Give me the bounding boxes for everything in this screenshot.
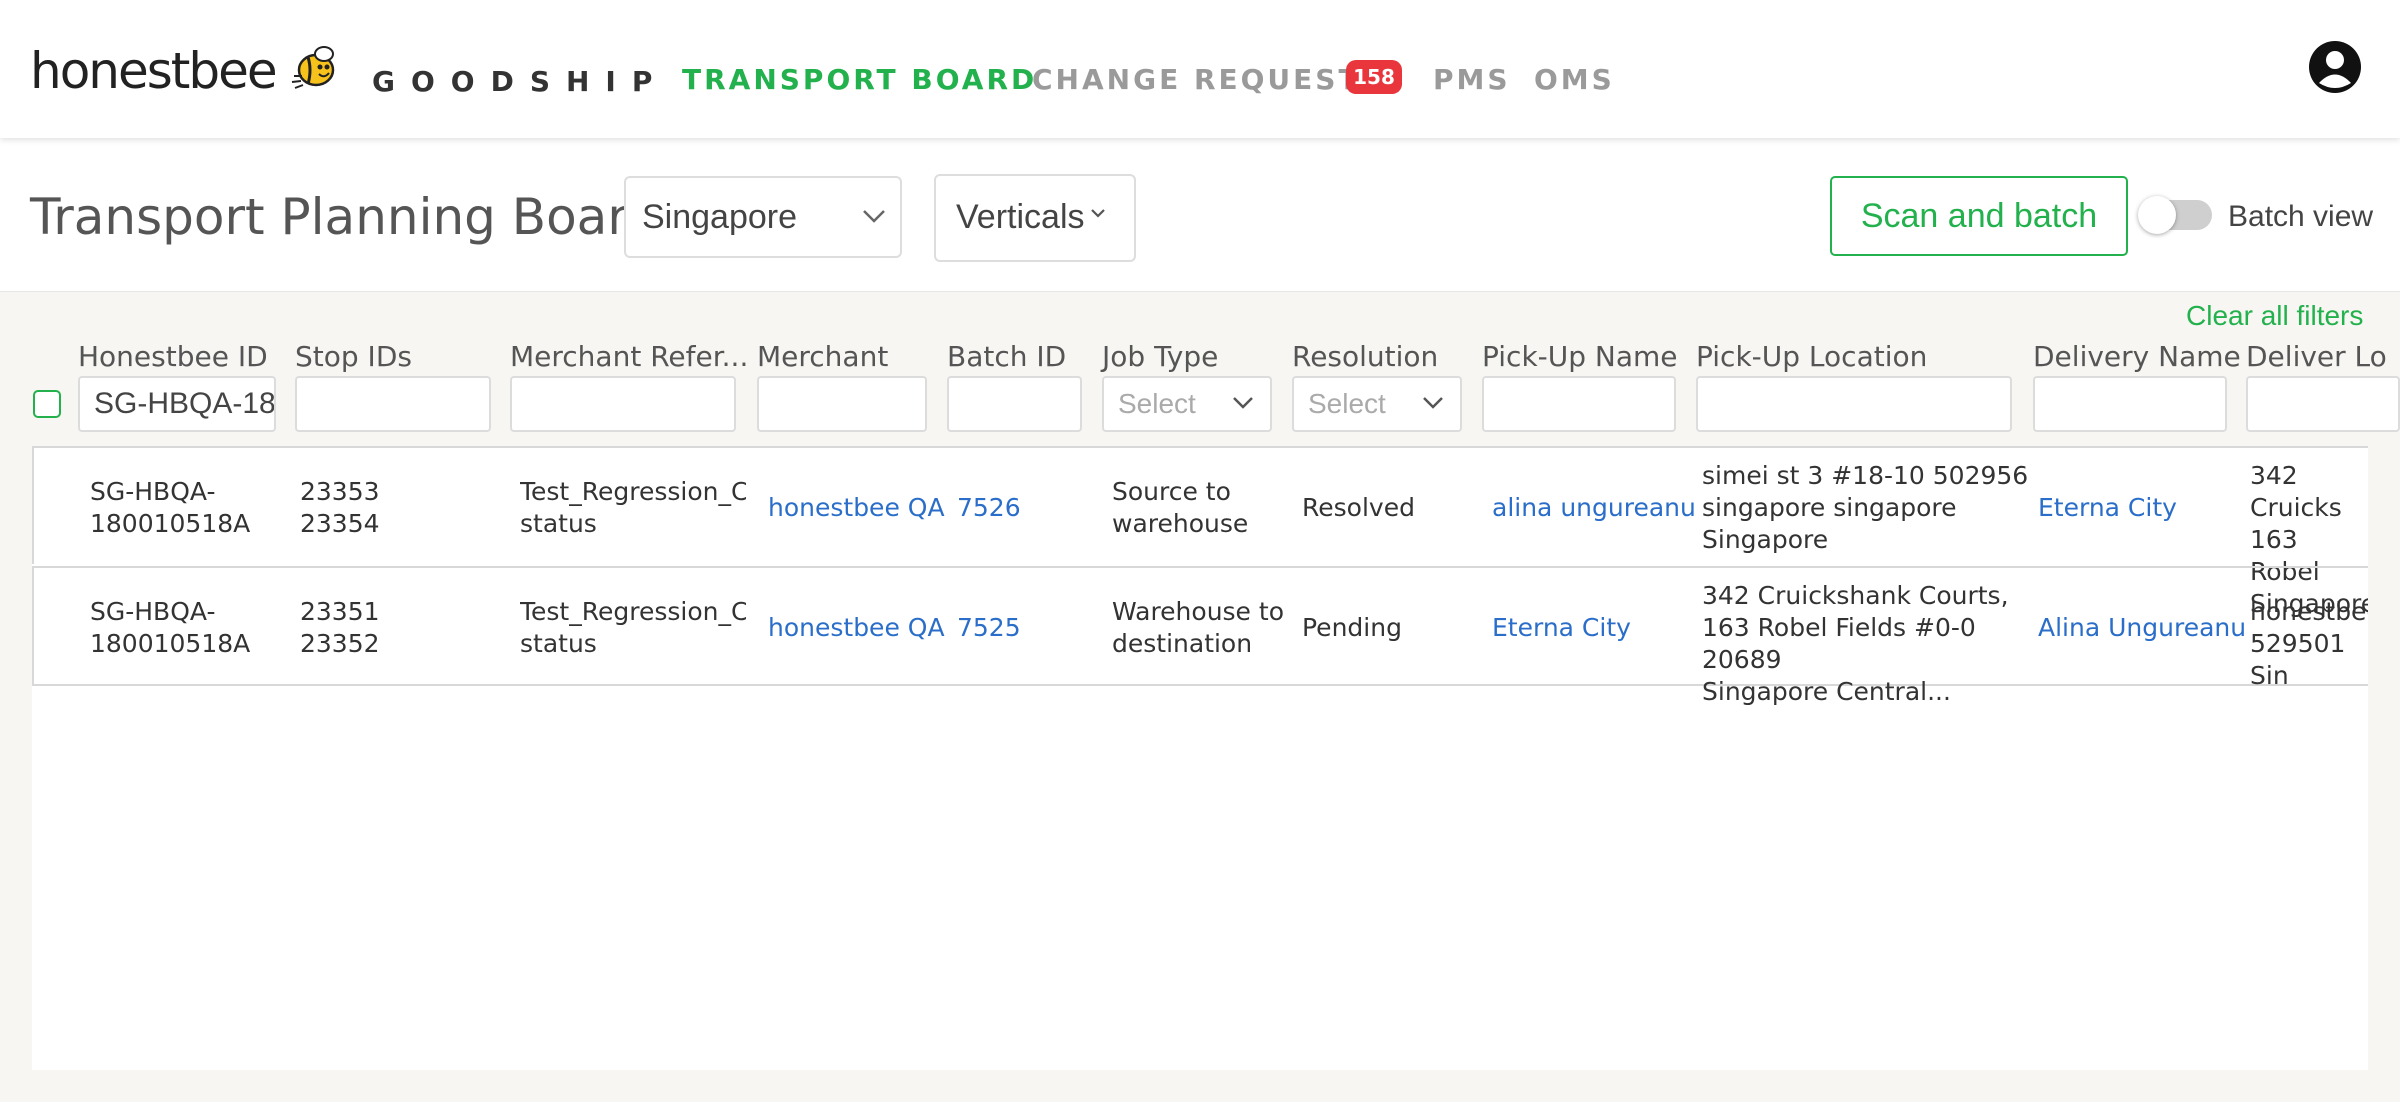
filter-honestbee-id-input[interactable]: SG-HBQA-18( [78,376,276,432]
cell-pickup-name-link[interactable]: alina ungureanu [1492,492,1702,524]
honestbee-logo[interactable]: honestbee [30,42,278,100]
cell-merchant-ref: Test_Regression_Car status [520,477,746,538]
cell-pickup-name-link[interactable]: Eterna City [1492,612,1702,644]
filter-resolution-value: Select [1308,388,1386,419]
scan-and-batch-button[interactable]: Scan and batch [1830,176,2128,256]
filter-merchant-input[interactable] [757,376,927,432]
filter-merchant-ref-input[interactable] [510,376,736,432]
top-navbar: honestbee GOODSHIP TRANSPORT BOARD CHANG… [0,0,2400,138]
bee-logo-icon [291,46,335,89]
user-account-icon[interactable] [2308,40,2362,94]
batch-view-toggle[interactable] [2138,196,2212,234]
col-header-merchant-ref: Merchant Refer... [510,340,749,373]
city-dropdown[interactable]: Singapore [624,176,902,258]
select-all-checkbox[interactable] [33,390,61,418]
cell-delivery-location: honestbee 529501 Sin [2250,597,2368,690]
transport-table: SG-HBQA- 180010518A 23353 23354 Test_Reg… [32,446,2368,1070]
filter-job-type-select[interactable]: Select [1102,376,1272,432]
cell-merchant-link[interactable]: honestbee QA [768,612,948,644]
cell-stop-ids: 23353 23354 [300,477,380,538]
product-name: GOODSHIP [372,65,669,98]
clear-all-filters-link[interactable]: Clear all filters [2186,300,2363,332]
filter-pickup-location-input[interactable] [1696,376,2012,432]
filter-stop-ids-input[interactable] [295,376,491,432]
cell-batch-id-link[interactable]: 7525 [957,612,1077,644]
filter-resolution-select[interactable]: Select [1292,376,1462,432]
cell-job-type: Warehouse to destination [1112,597,1284,658]
cell-merchant-link[interactable]: honestbee QA [768,492,948,524]
col-header-job-type: Job Type [1102,340,1219,373]
cell-delivery-name-link[interactable]: Eterna City [2038,492,2258,524]
cell-honestbee-id: SG-HBQA- 180010518A [90,477,251,538]
col-header-stop-ids: Stop IDs [295,340,412,373]
cell-stop-ids: 23351 23352 [300,597,380,658]
col-header-pickup-location: Pick-Up Location [1696,340,1928,373]
change-requests-badge: 158 [1346,60,1402,94]
table-row[interactable]: SG-HBQA- 180010518A 23353 23354 Test_Reg… [32,446,2368,618]
col-header-merchant: Merchant [757,340,889,373]
cell-merchant-ref: Test_Regression_Car status [520,597,746,658]
cell-resolution: Resolved [1302,493,1415,522]
toggle-knob [2138,196,2176,234]
cell-pickup-location: simei st 3 #18-10 502956 singapore singa… [1702,461,2029,554]
page-title: Transport Planning Board [30,188,659,246]
table-row[interactable]: SG-HBQA- 180010518A 23351 23352 Test_Reg… [32,566,2368,706]
cell-delivery-name-link[interactable]: Alina Ungureanu [2038,612,2258,644]
filter-delivery-location-input[interactable] [2246,376,2400,432]
cell-pickup-location: 342 Cruickshank Courts, 163 Robel Fields… [1702,581,2009,706]
filter-pickup-name-input[interactable] [1482,376,1676,432]
nav-pms[interactable]: PMS [1433,63,1511,96]
col-header-resolution: Resolution [1292,340,1439,373]
col-header-pickup-name: Pick-Up Name [1482,340,1678,373]
nav-change-requests[interactable]: CHANGE REQUESTS [1032,63,1384,96]
cell-resolution: Pending [1302,613,1402,642]
col-header-delivery-location: Deliver Lo [2246,340,2387,373]
cell-job-type: Source to warehouse [1112,477,1249,538]
chevron-down-icon [1233,397,1253,409]
chevron-down-icon [863,210,885,223]
verticals-dropdown[interactable]: Verticals [934,174,1136,262]
chevron-down-icon [1091,209,1105,218]
col-header-honestbee-id: Honestbee ID [78,340,268,373]
board-header: Transport Planning Board Singapore Verti… [0,138,2400,292]
chevron-down-icon [1423,397,1443,409]
batch-view-label: Batch view [2228,200,2374,233]
filter-job-type-value: Select [1118,388,1196,419]
cell-honestbee-id: SG-HBQA- 180010518A [90,597,251,658]
filter-batch-id-input[interactable] [947,376,1082,432]
city-dropdown-value: Singapore [642,198,798,236]
col-header-delivery-name: Delivery Name [2033,340,2241,373]
filter-delivery-name-input[interactable] [2033,376,2227,432]
nav-transport-board[interactable]: TRANSPORT BOARD [682,63,1037,96]
verticals-dropdown-label: Verticals [956,198,1085,236]
cell-batch-id-link[interactable]: 7526 [957,492,1077,524]
nav-oms[interactable]: OMS [1534,63,1615,96]
col-header-batch-id: Batch ID [947,340,1067,373]
